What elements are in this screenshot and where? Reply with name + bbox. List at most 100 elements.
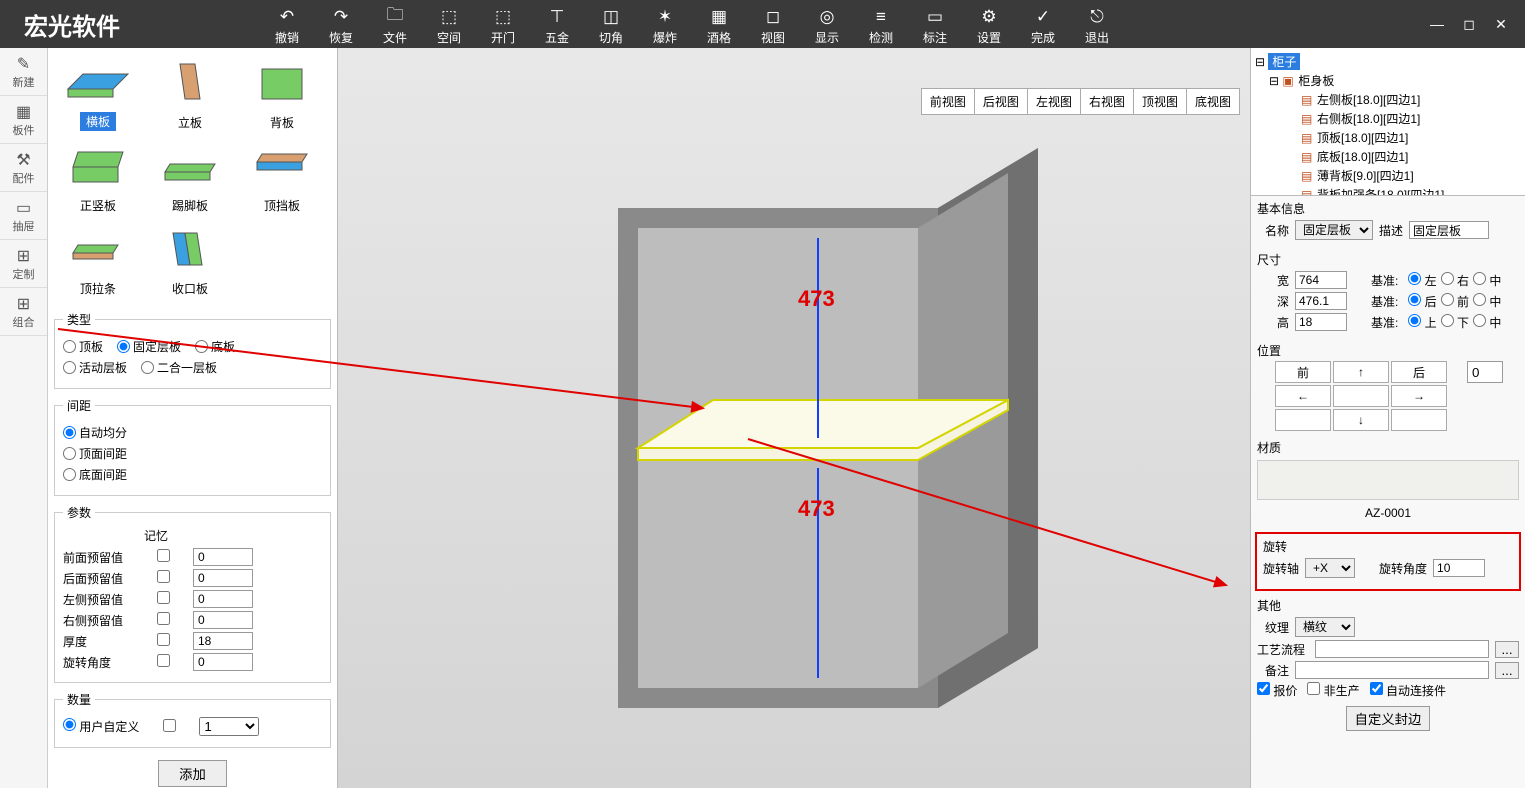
chk-自动连接件[interactable]: 自动连接件 bbox=[1370, 682, 1446, 699]
pos-btn-前[interactable]: 前 bbox=[1275, 361, 1331, 383]
thumb-顶挡板[interactable]: 顶挡板 bbox=[236, 137, 328, 218]
view-前视图[interactable]: 前视图 bbox=[921, 88, 975, 115]
view-底视图[interactable]: 底视图 bbox=[1186, 88, 1240, 115]
tree-item[interactable]: ▤左侧板[18.0][四边1] bbox=[1255, 90, 1521, 109]
thumb-踢脚板[interactable]: 踢脚板 bbox=[144, 137, 236, 218]
tree-body[interactable]: 柜身板 bbox=[1298, 74, 1334, 88]
rail-板件[interactable]: ▦板件 bbox=[0, 96, 47, 144]
pos-btn-↑[interactable]: ↑ bbox=[1333, 361, 1389, 383]
base-右[interactable]: 右 bbox=[1441, 274, 1469, 288]
rail-新建[interactable]: ✎新建 bbox=[0, 48, 47, 96]
tool-视图[interactable]: ◻视图 bbox=[746, 3, 800, 46]
radio-顶面间距[interactable]: 顶面间距 bbox=[63, 445, 322, 462]
base-中[interactable]: 中 bbox=[1473, 316, 1501, 330]
pos-btn-后[interactable]: 后 bbox=[1391, 361, 1447, 383]
pos-btn-←[interactable]: ← bbox=[1275, 385, 1331, 407]
remark-input[interactable] bbox=[1295, 661, 1489, 679]
height-input[interactable] bbox=[1295, 313, 1347, 331]
tool-退出[interactable]: ⎋退出 bbox=[1070, 3, 1124, 46]
rotate-axis-select[interactable]: +X bbox=[1305, 558, 1355, 578]
param-旋转角度[interactable] bbox=[193, 653, 253, 671]
param-左侧预留值[interactable] bbox=[193, 590, 253, 608]
tool-酒格[interactable]: ▦酒格 bbox=[692, 3, 746, 46]
param-前面预留值[interactable] bbox=[193, 548, 253, 566]
width-input[interactable] bbox=[1295, 271, 1347, 289]
base-下[interactable]: 下 bbox=[1441, 316, 1469, 330]
param-右侧预留值[interactable] bbox=[193, 611, 253, 629]
tree-item[interactable]: ▤右侧板[18.0][四边1] bbox=[1255, 109, 1521, 128]
tool-设置[interactable]: ⚙设置 bbox=[962, 3, 1016, 46]
name-select[interactable]: 固定层板 bbox=[1295, 220, 1373, 240]
close-button[interactable]: ✕ bbox=[1489, 12, 1513, 36]
mem-前面预留值[interactable] bbox=[157, 549, 170, 562]
radio-活动层板[interactable]: 活动层板 bbox=[63, 359, 127, 376]
base-中[interactable]: 中 bbox=[1473, 274, 1501, 288]
minimize-button[interactable]: — bbox=[1425, 12, 1449, 36]
chk-非生产[interactable]: 非生产 bbox=[1307, 682, 1359, 699]
add-button[interactable]: 添加 bbox=[158, 760, 227, 787]
tree-item[interactable]: ▤背板加强条[18.0][四边1] bbox=[1255, 185, 1521, 196]
radio-底面间距[interactable]: 底面间距 bbox=[63, 466, 322, 483]
tool-恢复[interactable]: ↷恢复 bbox=[314, 3, 368, 46]
mem-厚度[interactable] bbox=[157, 633, 170, 646]
texture-select[interactable]: 横纹 bbox=[1295, 617, 1355, 637]
base-左[interactable]: 左 bbox=[1408, 274, 1436, 288]
mem-后面预留值[interactable] bbox=[157, 570, 170, 583]
mem-右侧预留值[interactable] bbox=[157, 612, 170, 625]
radio-顶板[interactable]: 顶板 bbox=[63, 338, 103, 355]
tool-文件[interactable]: 🗀文件 bbox=[368, 3, 422, 46]
quantity-mem-checkbox[interactable] bbox=[163, 719, 176, 732]
rail-定制[interactable]: ⊞定制 bbox=[0, 240, 47, 288]
view-右视图[interactable]: 右视图 bbox=[1080, 88, 1134, 115]
base-后[interactable]: 后 bbox=[1408, 295, 1436, 309]
process-browse-button[interactable]: ... bbox=[1495, 641, 1519, 658]
radio-二合一层板[interactable]: 二合一层板 bbox=[141, 359, 217, 376]
param-厚度[interactable] bbox=[193, 632, 253, 650]
tree-root[interactable]: 柜子 bbox=[1268, 53, 1300, 70]
maximize-button[interactable]: ◻ bbox=[1457, 12, 1481, 36]
custom-edge-button[interactable]: 自定义封边 bbox=[1346, 706, 1431, 731]
view-左视图[interactable]: 左视图 bbox=[1027, 88, 1081, 115]
thumb-横板[interactable]: 横板 bbox=[52, 54, 144, 135]
tool-撤销[interactable]: ↶撤销 bbox=[260, 3, 314, 46]
radio-自动均分[interactable]: 自动均分 bbox=[63, 424, 322, 441]
quantity-user-radio[interactable]: 用户自定义 bbox=[63, 718, 139, 735]
rail-抽屉[interactable]: ▭抽屉 bbox=[0, 192, 47, 240]
thumb-顶拉条[interactable]: 顶拉条 bbox=[52, 220, 144, 301]
tool-爆炸[interactable]: ✶爆炸 bbox=[638, 3, 692, 46]
tool-显示[interactable]: ◎显示 bbox=[800, 3, 854, 46]
pos-btn-↓[interactable]: ↓ bbox=[1333, 409, 1389, 431]
base-上[interactable]: 上 bbox=[1408, 316, 1436, 330]
thumb-背板[interactable]: 背板 bbox=[236, 54, 328, 135]
viewport-3d[interactable]: 前视图后视图左视图右视图顶视图底视图 473 473 bbox=[338, 48, 1250, 788]
mem-旋转角度[interactable] bbox=[157, 654, 170, 667]
chk-报价[interactable]: 报价 bbox=[1257, 682, 1297, 699]
rail-配件[interactable]: ⚒配件 bbox=[0, 144, 47, 192]
tool-切角[interactable]: ◫切角 bbox=[584, 3, 638, 46]
tool-完成[interactable]: ✓完成 bbox=[1016, 3, 1070, 46]
tool-开门[interactable]: ⬚开门 bbox=[476, 3, 530, 46]
view-顶视图[interactable]: 顶视图 bbox=[1133, 88, 1187, 115]
rotate-angle-input[interactable] bbox=[1433, 559, 1485, 577]
desc-input[interactable] bbox=[1409, 221, 1489, 239]
process-input[interactable] bbox=[1315, 640, 1489, 658]
tool-检测[interactable]: ≡检测 bbox=[854, 3, 908, 46]
tree-item[interactable]: ▤薄背板[9.0][四边1] bbox=[1255, 166, 1521, 185]
pos-btn-→[interactable]: → bbox=[1391, 385, 1447, 407]
thumb-收口板[interactable]: 收口板 bbox=[144, 220, 236, 301]
material-swatch[interactable] bbox=[1257, 460, 1519, 500]
quantity-select[interactable]: 1 bbox=[199, 717, 259, 736]
mem-左侧预留值[interactable] bbox=[157, 591, 170, 604]
thumb-正竖板[interactable]: 正竖板 bbox=[52, 137, 144, 218]
base-前[interactable]: 前 bbox=[1441, 295, 1469, 309]
thumb-立板[interactable]: 立板 bbox=[144, 54, 236, 135]
tree-view[interactable]: ⊟ 柜子 ⊟ ▣柜身板 ▤左侧板[18.0][四边1]▤右侧板[18.0][四边… bbox=[1251, 48, 1525, 196]
base-中[interactable]: 中 bbox=[1473, 295, 1501, 309]
view-后视图[interactable]: 后视图 bbox=[974, 88, 1028, 115]
tool-空间[interactable]: ⬚空间 bbox=[422, 3, 476, 46]
remark-browse-button[interactable]: ... bbox=[1495, 662, 1519, 679]
depth-input[interactable] bbox=[1295, 292, 1347, 310]
tree-item[interactable]: ▤顶板[18.0][四边1] bbox=[1255, 128, 1521, 147]
rail-组合[interactable]: ⊞组合 bbox=[0, 288, 47, 336]
tool-五金[interactable]: ⊤五金 bbox=[530, 3, 584, 46]
